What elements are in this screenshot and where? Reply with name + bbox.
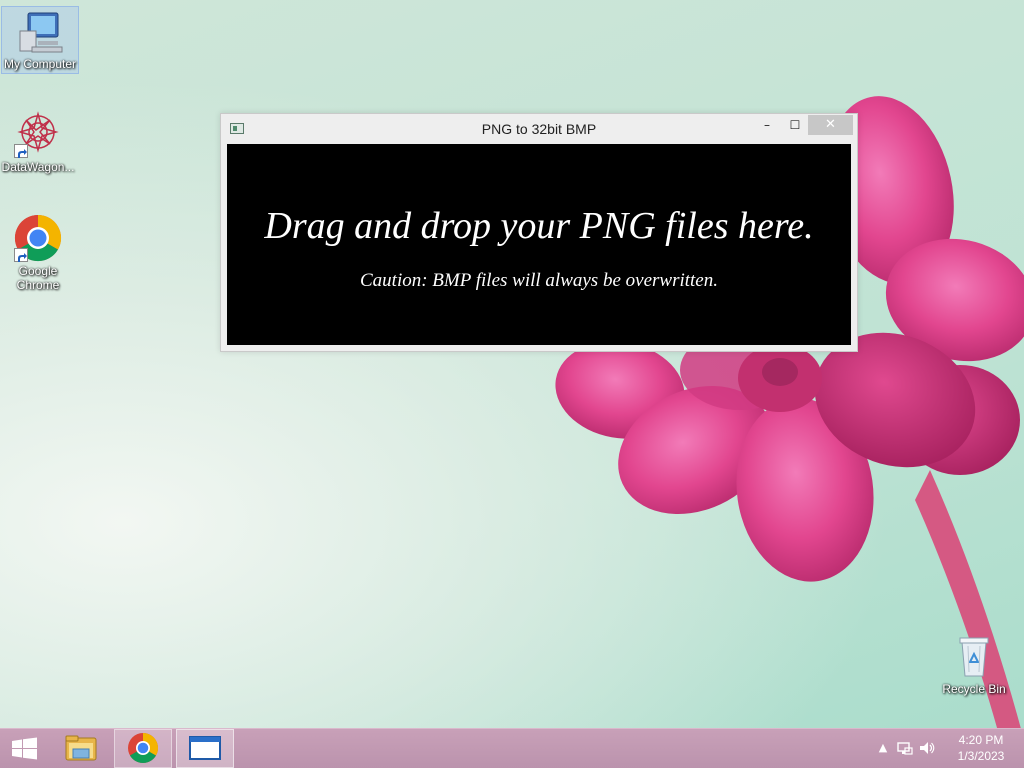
shortcut-arrow-icon [14, 144, 28, 158]
drop-zone[interactable]: Drag and drop your PNG files here. Cauti… [227, 144, 851, 345]
taskbar: ▲ 4:20 PM 1/3/2023 [0, 728, 1024, 768]
desktop-icon-my-computer[interactable]: My Computer [1, 6, 79, 74]
file-explorer-icon [65, 735, 97, 761]
maximize-button[interactable]: ☐ [782, 115, 808, 135]
desktop: My Computer DataWagon... Google Chrome R… [0, 0, 1024, 768]
my-computer-icon [16, 7, 64, 55]
shortcut-arrow-icon [14, 248, 28, 262]
datawagon-icon [14, 110, 62, 158]
speaker-icon[interactable] [918, 739, 936, 757]
chevron-up-icon[interactable]: ▲ [874, 739, 892, 757]
app-window[interactable]: PNG to 32bit BMP – ☐ ✕ Drag and drop you… [220, 113, 858, 352]
desktop-icon-label: DataWagon... [1, 160, 75, 174]
network-icon[interactable] [896, 739, 914, 757]
window-titlebar[interactable]: PNG to 32bit BMP – ☐ ✕ [221, 114, 857, 144]
file-explorer-taskbar-button[interactable] [56, 729, 106, 768]
system-tray: ▲ 4:20 PM 1/3/2023 [872, 729, 1024, 768]
start-button[interactable] [0, 729, 50, 768]
chrome-icon [14, 214, 62, 262]
close-button[interactable]: ✕ [808, 115, 853, 135]
tray-date: 1/3/2023 [957, 749, 1005, 763]
chrome-icon [128, 733, 159, 764]
drop-heading: Drag and drop your PNG files here. [264, 205, 814, 247]
tray-clock[interactable]: 4:20 PM 1/3/2023 [944, 732, 1018, 764]
desktop-icon-label: My Computer [3, 57, 77, 71]
desktop-icon-label: Google Chrome [16, 264, 60, 292]
recycle-bin-icon [950, 632, 998, 680]
chrome-taskbar-button[interactable] [114, 729, 172, 768]
windows-start-icon [12, 737, 37, 760]
drop-caution: Caution: BMP files will always be overwr… [360, 270, 718, 291]
desktop-icon-google-chrome[interactable]: Google Chrome [0, 214, 76, 292]
desktop-icon-recycle-bin[interactable]: Recycle Bin [936, 632, 1012, 696]
app-window-icon [189, 736, 221, 760]
desktop-icon-datawagon[interactable]: DataWagon... [0, 110, 76, 174]
app-window-taskbar-button[interactable] [176, 729, 234, 768]
tray-time: 4:20 PM [958, 733, 1004, 747]
desktop-icon-label: Recycle Bin [942, 682, 1006, 696]
minimize-button[interactable]: – [754, 115, 780, 135]
